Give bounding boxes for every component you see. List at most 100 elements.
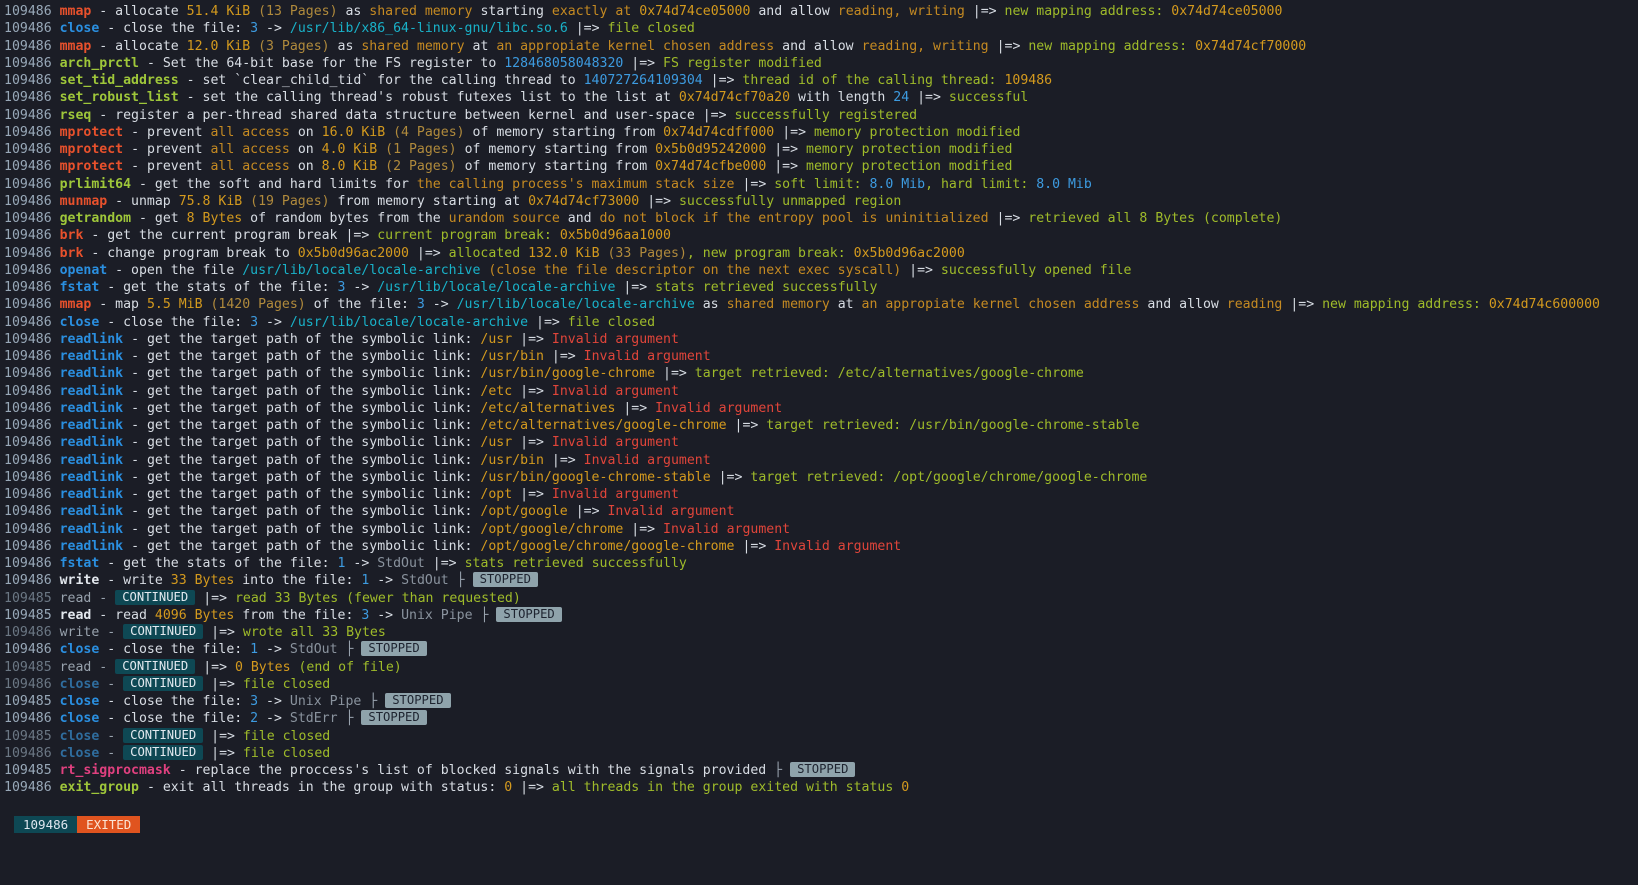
syscall-name: close xyxy=(60,694,100,709)
line-segment: successfully registered xyxy=(727,108,918,123)
line-segment: the calling process's maximum stack size xyxy=(417,177,735,192)
line-segment: , hard limit: xyxy=(925,177,1036,192)
syscall-name: readlink xyxy=(60,470,124,485)
line-segment: /etc/alternatives xyxy=(480,401,615,416)
syscall-line: 109486 readlink - get the target path of… xyxy=(4,538,1638,555)
line-segment: - allocate xyxy=(91,4,186,19)
line-segment: 4096 Bytes xyxy=(155,608,234,623)
line-segment: Invalid argument xyxy=(576,349,711,364)
line-segment: - replace the proccess's list of blocked… xyxy=(171,763,774,778)
syscall-name: write xyxy=(60,625,100,640)
line-segment: -> xyxy=(258,642,290,657)
line-segment: allocated xyxy=(441,246,528,261)
syscall-name: close xyxy=(60,711,100,726)
line-segment: Invalid argument xyxy=(600,504,735,519)
syscall-name: set_robust_list xyxy=(60,90,179,105)
line-segment: |=> xyxy=(997,211,1021,226)
line-segment xyxy=(544,349,552,364)
line-segment: -> xyxy=(425,297,457,312)
line-pid: 109486 xyxy=(4,573,52,588)
line-segment: file closed xyxy=(235,729,330,744)
line-segment: - get the target path of the symbolic li… xyxy=(123,522,480,537)
line-segment xyxy=(774,125,782,140)
line-segment: - get xyxy=(131,211,187,226)
syscall-line: 109486 prlimit64 - get the soft and hard… xyxy=(4,176,1638,193)
line-segment: ├ xyxy=(774,763,782,778)
syscall-name: set_tid_address xyxy=(60,73,179,88)
line-segment: |=> xyxy=(631,56,655,71)
continued-badge: CONTINUED xyxy=(123,676,203,691)
line-segment: successful xyxy=(941,90,1028,105)
line-segment: |=> xyxy=(711,73,735,88)
line-segment: of random bytes from the xyxy=(242,211,448,226)
exit-pid-badge: 109486 xyxy=(14,816,77,833)
line-segment: |=> xyxy=(917,90,941,105)
syscall-line: 109486 mmap - allocate 51.4 KiB (13 Page… xyxy=(4,3,1638,20)
line-segment: 0x74d74ce05000 xyxy=(639,4,750,19)
line-segment: 0x5b0d96ac2000 xyxy=(854,246,965,261)
line-segment: |=> xyxy=(735,418,759,433)
syscall-name: readlink xyxy=(60,349,124,364)
line-segment: - register a per-thread shared data stru… xyxy=(91,108,702,123)
syscall-line: 109486 readlink - get the target path of… xyxy=(4,348,1638,365)
syscall-line: 109485 read - CONTINUED |=> read 33 Byte… xyxy=(4,590,1638,607)
line-pid: 109485 xyxy=(4,694,52,709)
line-segment: - get the target path of the symbolic li… xyxy=(123,401,480,416)
syscall-name: brk xyxy=(60,228,84,243)
line-segment: -> xyxy=(258,21,290,36)
line-segment: (1420 Pages) xyxy=(203,297,306,312)
line-segment: 8.0 Mib xyxy=(1036,177,1092,192)
line-segment: Invalid argument xyxy=(655,522,790,537)
line-segment: shared memory xyxy=(369,4,472,19)
line-segment: 8.0 KiB xyxy=(322,159,378,174)
line-segment: |=> xyxy=(774,142,798,157)
terminal-output: 109486 mmap - allocate 51.4 KiB (13 Page… xyxy=(0,0,1638,797)
line-segment: |=> xyxy=(552,349,576,364)
line-segment: 0x74d74cfbe000 xyxy=(655,159,766,174)
line-segment xyxy=(639,194,647,209)
line-segment: |=> xyxy=(203,591,227,606)
continued-badge: CONTINUED xyxy=(123,728,203,743)
line-segment: - exit all threads in the group with sta… xyxy=(139,780,504,795)
line-segment: - map xyxy=(91,297,147,312)
syscall-name: readlink xyxy=(60,522,124,537)
line-segment: - change program break to xyxy=(83,246,297,261)
line-segment: 5.5 MiB xyxy=(147,297,203,312)
line-segment: StdOut xyxy=(377,556,425,571)
line-pid: 109486 xyxy=(4,263,52,278)
line-segment xyxy=(512,435,520,450)
line-segment: all threads in the group exited with sta… xyxy=(544,780,901,795)
line-pid: 109486 xyxy=(4,625,52,640)
line-segment: urandom source xyxy=(449,211,560,226)
line-segment xyxy=(909,90,917,105)
syscall-line: 109486 readlink - get the target path of… xyxy=(4,486,1638,503)
line-segment: -> xyxy=(258,315,290,330)
syscall-line: 109486 mprotect - prevent all access on … xyxy=(4,158,1638,175)
line-segment: /usr/bin/google-chrome-stable xyxy=(909,418,1139,433)
line-segment: an appropiate kernel chosen address xyxy=(862,297,1140,312)
line-segment: (end of file) xyxy=(291,660,402,675)
line-segment: - get the target path of the symbolic li… xyxy=(123,435,480,450)
line-segment: 8.0 Mib xyxy=(869,177,925,192)
syscall-line: 109485 read - CONTINUED |=> 0 Bytes (end… xyxy=(4,659,1638,676)
line-segment: |=> xyxy=(742,539,766,554)
line-segment: |=> xyxy=(1290,297,1314,312)
syscall-name: close xyxy=(60,677,100,692)
line-segment: 132.0 KiB xyxy=(528,246,599,261)
line-segment: |=> xyxy=(647,194,671,209)
line-segment: |=> xyxy=(742,177,766,192)
line-segment: memory protection modified xyxy=(798,159,1012,174)
line-segment: - get the current program break xyxy=(83,228,345,243)
line-segment xyxy=(568,21,576,36)
line-segment: - prevent xyxy=(123,142,210,157)
line-segment: - read xyxy=(91,608,155,623)
line-pid: 109486 xyxy=(4,711,52,726)
line-segment xyxy=(195,591,203,606)
line-segment: - set `clear_child_tid` for the calling … xyxy=(179,73,584,88)
line-segment: starting xyxy=(473,4,552,19)
stopped-badge: STOPPED xyxy=(496,607,561,622)
syscall-name: read xyxy=(60,660,92,675)
line-segment xyxy=(782,763,790,778)
line-segment: all access xyxy=(210,142,289,157)
line-segment: - set the calling thread's robust futexe… xyxy=(179,90,679,105)
